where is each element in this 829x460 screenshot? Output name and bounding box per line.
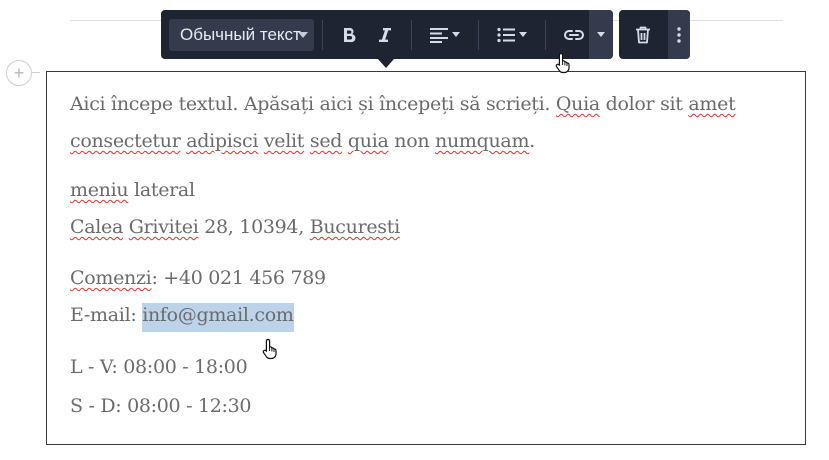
text-run: lateral [128, 179, 195, 201]
paragraph-hours[interactable]: L - V: 08:00 - 18:00 S - D: 08:00 - 12:3… [70, 348, 780, 426]
email-link-selected[interactable]: info@gmail.com [142, 303, 294, 332]
link-options-button[interactable] [589, 10, 613, 59]
misspelled-word: meniu [70, 179, 129, 201]
text-run: non [388, 130, 436, 152]
toolbar-block-group [619, 10, 690, 59]
misspelled-word: sed [309, 130, 343, 152]
toolbar-main-group: Обычный текст [161, 10, 613, 68]
italic-icon [379, 27, 391, 42]
toolbar-pointer [378, 59, 394, 68]
list-button[interactable] [487, 17, 537, 53]
text-run: 28, 10394, [198, 216, 310, 238]
vertical-dots-icon [677, 26, 681, 43]
bulleted-list-icon [497, 27, 515, 42]
hand-pointer-icon [262, 338, 277, 360]
more-options-button[interactable] [668, 10, 690, 59]
editor-content[interactable]: Aici începe textul. Apăsați aici și înce… [70, 86, 780, 426]
add-block-button[interactable]: + [6, 60, 40, 86]
text-style-select-value: Обычный текст [180, 24, 301, 44]
chevron-down-icon [452, 32, 460, 37]
link-button[interactable] [554, 17, 594, 53]
toolbar-separator [545, 19, 546, 50]
hand-pointer-icon [555, 52, 570, 74]
misspelled-word: velit [263, 130, 305, 152]
trash-icon [636, 26, 650, 43]
misspelled-word: Bucuresti [309, 216, 400, 238]
misspelled-word: consectetur [70, 130, 181, 152]
text-line: Aici începe textul. Apăsați aici și înce… [70, 86, 780, 123]
misspelled-word: amet [688, 93, 736, 115]
bold-button[interactable] [331, 17, 367, 53]
text-run: dolor sit [599, 93, 689, 115]
toolbar-separator [411, 19, 412, 50]
chevron-down-icon [298, 31, 308, 38]
delete-block-button[interactable] [623, 17, 663, 53]
align-left-icon [430, 27, 448, 43]
bold-icon [344, 27, 356, 42]
formatting-toolbar: Обычный текст [161, 10, 690, 68]
toolbar-separator [322, 19, 323, 50]
misspelled-word: quia [347, 130, 389, 152]
link-icon [564, 29, 584, 40]
chevron-down-icon [519, 32, 527, 37]
paragraph-contact[interactable]: Comenzi: +40 021 456 789 E-mail: info@gm… [70, 260, 780, 334]
misspelled-word: Grivitei [128, 216, 199, 238]
text-run: . [529, 130, 535, 152]
phone-text: : +40 021 456 789 [151, 267, 326, 289]
align-button[interactable] [420, 17, 470, 53]
text-line: consectetur adipisci velit sed quia non … [70, 123, 780, 160]
hours-weekdays: L - V: 08:00 - 18:00 [70, 356, 248, 378]
text-style-select[interactable]: Обычный текст [169, 18, 314, 51]
misspelled-word: Calea [70, 216, 124, 238]
text-run: Aici începe textul. Apăsați aici și înce… [70, 93, 556, 115]
italic-button[interactable] [367, 17, 403, 53]
toolbar-separator [478, 19, 479, 50]
misspelled-word: numquam [435, 130, 530, 152]
chevron-down-icon [597, 32, 605, 37]
text-block-editor[interactable]: Aici începe textul. Apăsați aici și înce… [46, 71, 806, 445]
misspelled-word: Quia [555, 93, 600, 115]
misspelled-word: Comenzi [70, 267, 152, 289]
misspelled-word: adipisci [186, 130, 259, 152]
text-line: Calea Grivitei 28, 10394, Bucuresti [70, 209, 780, 246]
paragraph-intro[interactable]: Aici începe textul. Apăsați aici și înce… [70, 86, 780, 160]
hours-weekend: S - D: 08:00 - 12:30 [70, 395, 252, 417]
text-line: meniu lateral [70, 172, 780, 209]
text-line: E-mail: info@gmail.com [70, 297, 780, 334]
paragraph-address[interactable]: meniu lateral Calea Grivitei 28, 10394, … [70, 172, 780, 246]
email-label: E-mail: [70, 304, 143, 326]
text-line: Comenzi: +40 021 456 789 [70, 260, 780, 297]
